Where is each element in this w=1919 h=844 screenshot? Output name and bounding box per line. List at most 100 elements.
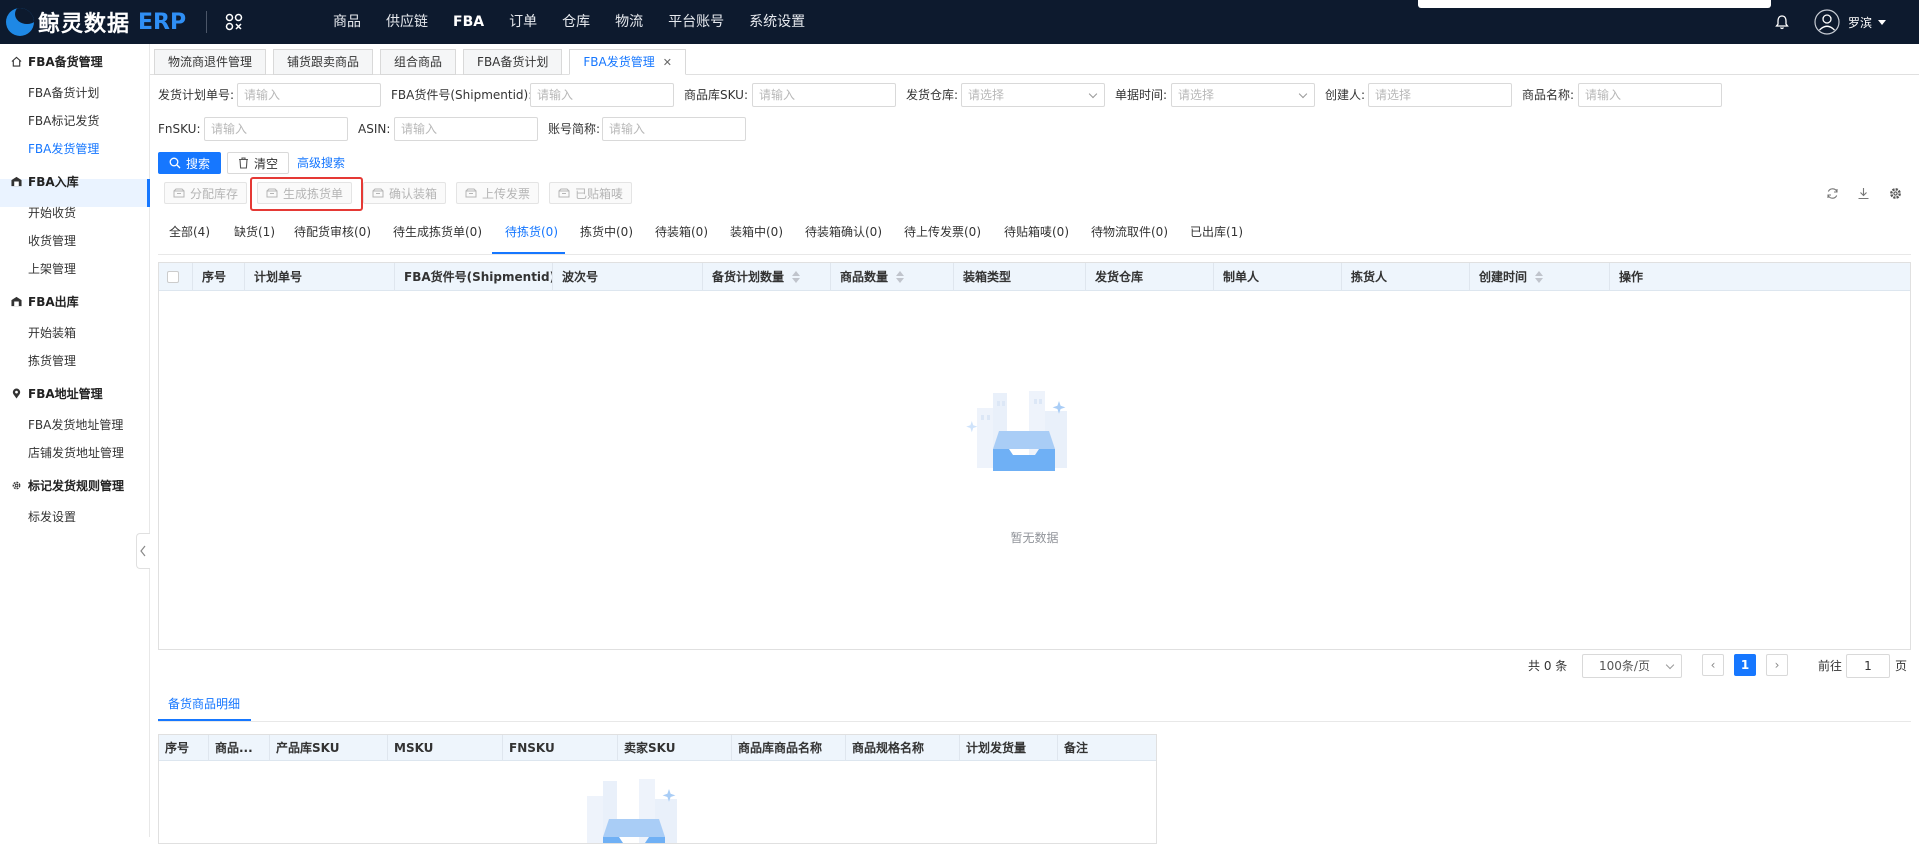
column-header[interactable]: 商品规格名称 bbox=[846, 735, 960, 761]
search-button[interactable]: 搜索 bbox=[158, 152, 221, 174]
warehouse-select[interactable]: 请选择 bbox=[961, 83, 1105, 107]
select-all-checkbox[interactable] bbox=[167, 271, 179, 283]
column-header[interactable]: MSKU bbox=[388, 735, 503, 761]
status-tab-pending-boxing-confirm[interactable]: 待装箱确认(0) bbox=[805, 216, 882, 248]
top-nav-platform-accounts[interactable]: 平台账号 bbox=[668, 0, 724, 44]
column-header[interactable]: 序号 bbox=[193, 263, 245, 291]
sidebar-item-shelving-management[interactable]: 上架管理 bbox=[28, 258, 76, 280]
refresh-icon[interactable] bbox=[1826, 187, 1839, 200]
tab-listing-products[interactable]: 铺货跟卖商品 bbox=[273, 49, 374, 75]
status-tab-out-of-stock[interactable]: 缺货(1) bbox=[234, 216, 275, 248]
tab-fba-stock-plan[interactable]: FBA备货计划 bbox=[463, 49, 563, 75]
sort-icon[interactable] bbox=[896, 271, 905, 283]
status-tab-pending-boxing[interactable]: 待装箱(0) bbox=[655, 216, 708, 248]
status-tab-picking[interactable]: 拣货中(0) bbox=[580, 216, 633, 248]
creator-input[interactable] bbox=[1368, 83, 1512, 107]
sort-icon[interactable] bbox=[1535, 271, 1544, 283]
column-header[interactable]: 卖家SKU bbox=[618, 735, 732, 761]
column-header[interactable]: 波次号 bbox=[553, 263, 703, 291]
column-header-sortable[interactable]: 创建时间 bbox=[1470, 263, 1610, 291]
bell-icon[interactable] bbox=[1775, 14, 1789, 30]
gear-icon[interactable] bbox=[1889, 187, 1902, 200]
column-header[interactable]: 发货仓库 bbox=[1086, 263, 1214, 291]
asin-input[interactable] bbox=[394, 117, 538, 141]
prev-page-button[interactable]: ‹ bbox=[1702, 654, 1724, 676]
status-tab-pending-pickup[interactable]: 待物流取件(0) bbox=[1091, 216, 1168, 248]
column-header-sortable[interactable]: 商品数量 bbox=[831, 263, 954, 291]
sidebar-group-fba-outbound[interactable]: FBA出库 bbox=[11, 290, 79, 312]
sidebar-item-start-receiving[interactable]: 开始收货 bbox=[28, 202, 76, 224]
sidebar-group-mark-rules[interactable]: 标记发货规则管理 bbox=[11, 474, 124, 496]
close-icon[interactable]: ✕ bbox=[663, 50, 672, 75]
doc-time-select[interactable]: 请选择 bbox=[1171, 83, 1315, 107]
global-search-box[interactable] bbox=[1418, 0, 1771, 8]
status-tab-pending-picking-list[interactable]: 待生成拣货单(0) bbox=[393, 216, 482, 248]
page-size-select[interactable]: 100条/页 bbox=[1582, 654, 1682, 678]
top-nav-logistics[interactable]: 物流 bbox=[615, 0, 643, 44]
sidebar-item-picking-management[interactable]: 拣货管理 bbox=[28, 350, 76, 372]
sidebar-group-fba-inbound[interactable]: FBA入库 bbox=[11, 170, 79, 192]
sidebar-item-fba-shipping-management[interactable]: FBA发货管理 bbox=[28, 138, 99, 160]
confirm-boxing-button[interactable]: 确认装箱 bbox=[363, 182, 447, 204]
top-nav-system-settings[interactable]: 系统设置 bbox=[749, 0, 805, 44]
user-menu[interactable]: 罗滨 bbox=[1814, 8, 1887, 36]
shipment-id-input[interactable] bbox=[530, 83, 674, 107]
top-nav-supply-chain[interactable]: 供应链 bbox=[386, 0, 428, 44]
upload-invoice-button[interactable]: 上传发票 bbox=[456, 182, 540, 204]
column-header[interactable]: FBA货件号(Shipmentid) bbox=[395, 263, 553, 291]
next-page-button[interactable]: › bbox=[1766, 654, 1788, 676]
sidebar-item-store-ship-address[interactable]: 店铺发货地址管理 bbox=[28, 442, 124, 464]
sidebar-group-fba-stock[interactable]: FBA备货管理 bbox=[11, 50, 103, 72]
top-nav-warehouse[interactable]: 仓库 bbox=[562, 0, 590, 44]
top-nav-fba[interactable]: FBA bbox=[453, 0, 484, 44]
column-header-sortable[interactable]: 备货计划数量 bbox=[703, 263, 831, 291]
tab-logistics-returns[interactable]: 物流商退件管理 bbox=[154, 49, 267, 75]
plan-no-input[interactable] bbox=[237, 83, 381, 107]
advanced-search-link[interactable]: 高级搜索 bbox=[297, 152, 345, 174]
clear-button[interactable]: 清空 bbox=[227, 152, 289, 174]
account-input[interactable] bbox=[602, 117, 746, 141]
tab-stock-item-details[interactable]: 备货商品明细 bbox=[168, 692, 240, 722]
sidebar-item-mark-settings[interactable]: 标发设置 bbox=[28, 506, 76, 528]
tab-bundle-products[interactable]: 组合商品 bbox=[380, 49, 457, 75]
column-header[interactable]: 装箱类型 bbox=[954, 263, 1086, 291]
status-tab-shipped[interactable]: 已出库(1) bbox=[1190, 216, 1243, 248]
sidebar-item-start-boxing[interactable]: 开始装箱 bbox=[28, 322, 76, 344]
column-header[interactable]: FNSKU bbox=[503, 735, 618, 761]
column-header[interactable]: 产品库SKU bbox=[270, 735, 388, 761]
column-header[interactable]: 备注 bbox=[1058, 735, 1156, 761]
status-tab-boxing[interactable]: 装箱中(0) bbox=[730, 216, 783, 248]
status-tab-pending-allocation-review[interactable]: 待配货审核(0) bbox=[294, 216, 371, 248]
app-logo[interactable]: 鲸灵数据 ERP bbox=[6, 8, 186, 37]
status-tab-all[interactable]: 全部(4) bbox=[169, 216, 210, 248]
column-header[interactable]: 商品... bbox=[209, 735, 270, 761]
sidebar-item-fba-mark-shipping[interactable]: FBA标记发货 bbox=[28, 110, 99, 132]
status-tab-pending-invoice-upload[interactable]: 待上传发票(0) bbox=[904, 216, 981, 248]
sort-icon[interactable] bbox=[792, 271, 801, 283]
column-header[interactable]: 制单人 bbox=[1214, 263, 1342, 291]
allocate-stock-button[interactable]: 分配库存 bbox=[164, 182, 248, 204]
column-header[interactable]: 商品库商品名称 bbox=[732, 735, 846, 761]
column-header[interactable]: 序号 bbox=[159, 735, 209, 761]
apps-grid-icon[interactable] bbox=[225, 13, 243, 31]
column-header[interactable]: 拣货人 bbox=[1342, 263, 1470, 291]
top-nav-orders[interactable]: 订单 bbox=[509, 0, 537, 44]
column-header[interactable]: 计划发货量 bbox=[960, 735, 1058, 761]
tab-fba-shipping-management[interactable]: FBA发货管理 ✕ bbox=[569, 49, 686, 75]
goto-page-input[interactable]: 1 bbox=[1846, 654, 1890, 678]
sku-input[interactable] bbox=[752, 83, 896, 107]
download-icon[interactable] bbox=[1857, 187, 1870, 200]
top-nav-products[interactable]: 商品 bbox=[333, 0, 361, 44]
sidebar-item-fba-ship-address[interactable]: FBA发货地址管理 bbox=[28, 414, 123, 436]
sidebar-collapse-button[interactable] bbox=[136, 533, 150, 569]
status-tab-pending-box-label[interactable]: 待贴箱唛(0) bbox=[1004, 216, 1069, 248]
labels-applied-button[interactable]: 已贴箱唛 bbox=[549, 182, 633, 204]
fnsku-input[interactable] bbox=[204, 117, 348, 141]
column-header[interactable]: 计划单号 bbox=[245, 263, 395, 291]
sidebar-group-fba-address[interactable]: FBA地址管理 bbox=[11, 382, 103, 404]
sidebar-item-fba-stock-plan[interactable]: FBA备货计划 bbox=[28, 82, 99, 104]
status-tab-pending-picking[interactable]: 待拣货(0) bbox=[505, 216, 558, 248]
page-number-button[interactable]: 1 bbox=[1734, 654, 1756, 676]
product-name-input[interactable] bbox=[1578, 83, 1722, 107]
sidebar-item-receiving-management[interactable]: 收货管理 bbox=[28, 230, 76, 252]
